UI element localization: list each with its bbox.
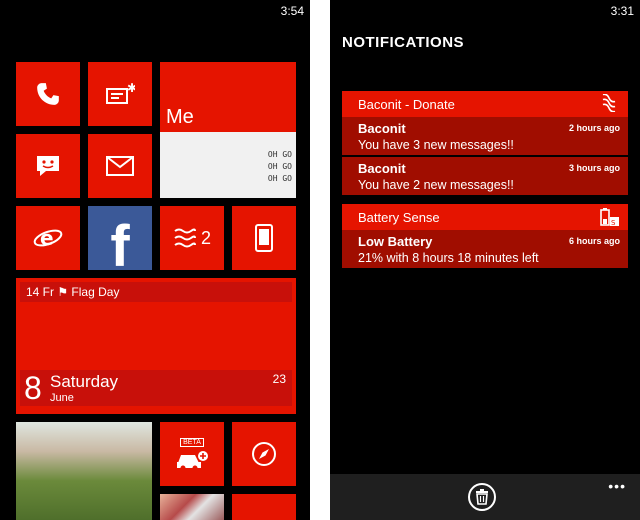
calendar-month: June xyxy=(50,392,74,404)
calendar-event: 14 Fr ⚑ Flag Day xyxy=(20,282,292,302)
internet-explorer-icon: e xyxy=(33,226,63,250)
photo-tile[interactable] xyxy=(16,422,152,520)
me-photo-text: OH GO xyxy=(267,150,292,159)
svg-text:e: e xyxy=(40,226,54,250)
me-tile[interactable]: Me OH GO OH GO OH GO xyxy=(160,62,296,198)
baconit-icon xyxy=(602,94,616,112)
svg-text:S: S xyxy=(611,219,616,227)
status-time: 3:54 xyxy=(280,4,304,18)
group-name: Battery Sense xyxy=(358,209,440,225)
device-tile[interactable] xyxy=(232,206,296,270)
notification-time: 2 hours ago xyxy=(568,123,620,133)
battery-icon: S xyxy=(600,208,619,227)
calendar-day-number: 8 xyxy=(24,370,42,406)
notification-group-header[interactable]: Baconit - Donate xyxy=(342,91,628,117)
notification-item[interactable]: Low Battery 21% with 8 hours 18 minutes … xyxy=(342,230,628,268)
notification-body: You have 2 new messages!! xyxy=(358,178,514,192)
chat-tile[interactable] xyxy=(16,134,80,198)
partial-tile[interactable] xyxy=(232,494,296,520)
calendar-count: 23 xyxy=(272,372,286,386)
baconit-count: 2 xyxy=(200,227,211,248)
mail-tile[interactable] xyxy=(88,134,152,198)
notification-item[interactable]: Baconit You have 3 new messages!! 2 hour… xyxy=(342,117,628,155)
calendar-tile[interactable]: 14 Fr ⚑ Flag Day 8 Saturday June 23 xyxy=(16,278,296,414)
calendar-date: 8 Saturday June 23 xyxy=(20,370,292,406)
mail-icon xyxy=(106,156,134,176)
calendar-weekday: Saturday xyxy=(50,372,119,391)
facebook-tile[interactable]: f xyxy=(88,206,152,270)
notification-body: You have 3 new messages!! xyxy=(358,138,514,152)
device-icon xyxy=(255,224,273,252)
svg-text:✱: ✱ xyxy=(127,82,135,95)
notification-time: 6 hours ago xyxy=(568,236,620,246)
phone-tile[interactable] xyxy=(16,62,80,126)
phone-icon xyxy=(37,83,59,105)
car-add-icon xyxy=(177,450,208,470)
compass-icon xyxy=(252,442,276,466)
start-screen: 3:54 ✱ Me OH GO OH GO OH GO e f 2 14 Fr … xyxy=(0,0,310,520)
notification-group-header[interactable]: Battery Sense S xyxy=(342,204,628,230)
baconit-icon xyxy=(174,228,196,248)
me-photo-text: OH GO xyxy=(267,162,292,171)
status-time: 3:31 xyxy=(610,4,634,18)
car-tile[interactable]: BETA xyxy=(160,422,224,486)
notification-time: 3 hours ago xyxy=(568,163,620,173)
me-photo: OH GO OH GO OH GO xyxy=(160,132,296,198)
beta-label: BETA xyxy=(180,437,204,447)
clear-notifications-button[interactable] xyxy=(468,483,496,511)
message-star-icon: ✱ xyxy=(106,82,135,104)
notifications-screen: 3:31 NOTIFICATIONS Baconit - Donate Baco… xyxy=(330,0,640,520)
me-photo-text: OH GO xyxy=(267,174,292,183)
baconit-tile[interactable]: 2 xyxy=(160,206,224,270)
trash-icon xyxy=(476,489,488,505)
more-options-button[interactable]: ••• xyxy=(608,478,626,494)
compass-tile[interactable] xyxy=(232,422,296,486)
facebook-icon: f xyxy=(110,214,130,271)
internet-explorer-tile[interactable]: e xyxy=(16,206,80,270)
messaging-tile[interactable]: ✱ xyxy=(88,62,152,126)
notification-body: 21% with 8 hours 18 minutes left xyxy=(358,251,539,265)
chat-smiley-icon xyxy=(37,156,59,176)
me-label: Me xyxy=(166,106,194,128)
app-bar: ••• xyxy=(330,474,640,520)
notification-item[interactable]: Baconit You have 2 new messages!! 3 hour… xyxy=(342,157,628,195)
page-title: NOTIFICATIONS xyxy=(342,34,465,51)
people-photo-tile[interactable] xyxy=(160,494,224,520)
group-name: Baconit - Donate xyxy=(358,96,455,112)
